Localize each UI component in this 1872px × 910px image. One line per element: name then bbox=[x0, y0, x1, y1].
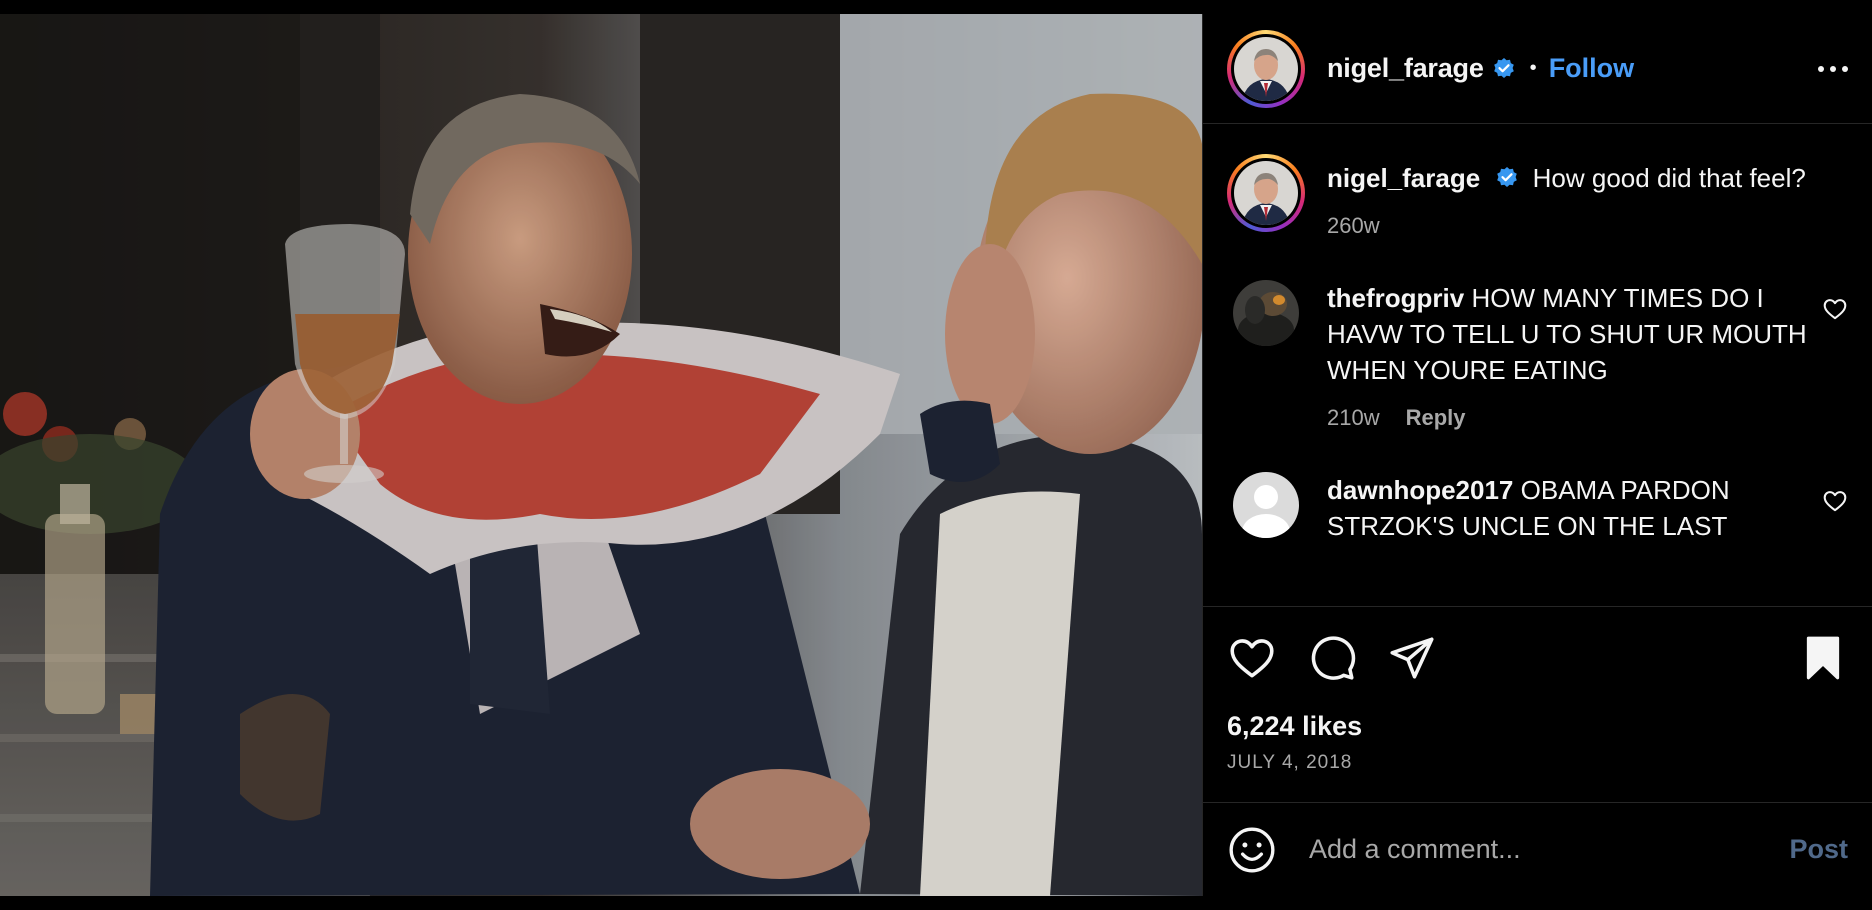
caption-text-block: nigel_farage How good did that feel? 260… bbox=[1327, 160, 1848, 244]
comment-like-heart-icon[interactable] bbox=[1822, 296, 1848, 322]
comment-avatar[interactable] bbox=[1233, 280, 1299, 346]
post-comment-button[interactable]: Post bbox=[1789, 834, 1848, 865]
comment-row: dawnhope2017 OBAMA PARDON STRZOK'S UNCLE… bbox=[1227, 472, 1848, 544]
comment-like-heart-icon[interactable] bbox=[1822, 488, 1848, 514]
author-username[interactable]: nigel_farage bbox=[1327, 53, 1484, 84]
reply-button[interactable]: Reply bbox=[1406, 400, 1466, 436]
more-options-icon[interactable] bbox=[1818, 56, 1848, 82]
caption-text: How good did that feel? bbox=[1532, 163, 1806, 193]
post-dialog: nigel_farage • Follow nigel_farage How g… bbox=[0, 0, 1872, 910]
avatar-image bbox=[1234, 161, 1298, 225]
avatar-image bbox=[1233, 280, 1299, 346]
separator-dot: • bbox=[1529, 57, 1537, 79]
comment-input[interactable] bbox=[1309, 834, 1790, 865]
comment-text-block: dawnhope2017 OBAMA PARDON STRZOK'S UNCLE… bbox=[1327, 472, 1812, 544]
comment-composer: Post bbox=[1203, 802, 1872, 896]
author-avatar[interactable] bbox=[1227, 29, 1305, 108]
heart-icon[interactable] bbox=[1227, 633, 1277, 683]
post-actions: 6,224 likes JULY 4, 2018 bbox=[1203, 606, 1872, 802]
bookmark-icon[interactable] bbox=[1798, 633, 1848, 683]
share-icon[interactable] bbox=[1387, 633, 1437, 683]
post-details-panel: nigel_farage • Follow nigel_farage How g… bbox=[1202, 14, 1872, 896]
default-avatar-icon bbox=[1233, 472, 1299, 538]
comment-icon[interactable] bbox=[1307, 633, 1357, 683]
follow-button[interactable]: Follow bbox=[1549, 53, 1634, 84]
likes-count[interactable]: 6,224 likes bbox=[1227, 711, 1848, 742]
verified-badge-icon bbox=[1497, 167, 1518, 187]
caption-username[interactable]: nigel_farage bbox=[1327, 163, 1480, 193]
caption-timestamp: 260w bbox=[1327, 213, 1380, 238]
action-icons bbox=[1227, 607, 1848, 709]
post-date: JULY 4, 2018 bbox=[1227, 752, 1353, 773]
emoji-icon[interactable] bbox=[1227, 825, 1277, 875]
comment-username[interactable]: dawnhope2017 bbox=[1327, 475, 1513, 505]
photo-illustration bbox=[0, 14, 1202, 896]
caption-avatar[interactable] bbox=[1227, 154, 1305, 232]
comment-row: thefrogpriv HOW MANY TIMES DO I HAVW TO … bbox=[1227, 280, 1848, 436]
comment-text-block: thefrogpriv HOW MANY TIMES DO I HAVW TO … bbox=[1327, 280, 1812, 436]
comment-timestamp: 210w bbox=[1327, 405, 1380, 430]
comments-list[interactable]: nigel_farage How good did that feel? 260… bbox=[1203, 124, 1872, 606]
post-header: nigel_farage • Follow bbox=[1203, 14, 1872, 124]
comment-avatar[interactable] bbox=[1233, 472, 1299, 538]
post-photo[interactable] bbox=[0, 14, 1202, 896]
verified-badge-icon bbox=[1493, 57, 1514, 78]
comment-username[interactable]: thefrogpriv bbox=[1327, 283, 1464, 313]
caption-row: nigel_farage How good did that feel? 260… bbox=[1227, 154, 1848, 244]
avatar-image bbox=[1234, 36, 1298, 101]
